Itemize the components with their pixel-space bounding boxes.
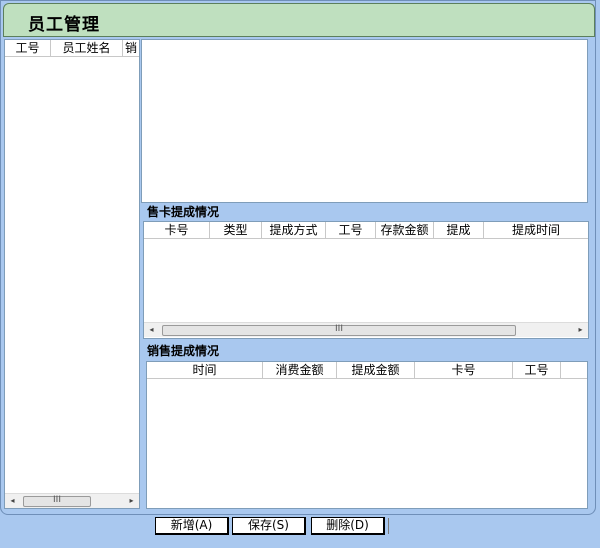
add-button[interactable]: 新增(A) <box>155 517 229 535</box>
scroll-left-arrow-icon[interactable]: ◂ <box>5 494 20 508</box>
col-header-employee-id[interactable]: 工号 <box>5 40 51 57</box>
card-commission-label: 售卡提成情况 <box>141 203 591 221</box>
scroll-thumb[interactable]: III <box>162 325 516 336</box>
col-header-employee-id[interactable]: 工号 <box>513 362 561 379</box>
scroll-left-arrow-icon[interactable]: ◂ <box>144 323 159 337</box>
col-header-commission-method[interactable]: 提成方式 <box>262 222 326 239</box>
employee-list-header: 工号 员工姓名 销 <box>5 40 139 57</box>
col-header-time[interactable]: 时间 <box>147 362 263 379</box>
employee-list-panel[interactable]: 工号 员工姓名 销 ◂ III ▸ <box>4 39 140 509</box>
col-header-employee-id[interactable]: 工号 <box>326 222 376 239</box>
col-header-employee-name[interactable]: 员工姓名 <box>51 40 123 57</box>
save-button[interactable]: 保存(S) <box>232 517 306 535</box>
delete-button[interactable]: 删除(D) <box>311 517 385 535</box>
col-header-spend-amount[interactable]: 消费金额 <box>263 362 337 379</box>
col-header-card-no[interactable]: 卡号 <box>415 362 513 379</box>
card-commission-grid[interactable]: 卡号 类型 提成方式 工号 存款金额 提成 提成时间 ◂ III ▸ <box>143 221 589 339</box>
detail-panel[interactable] <box>141 39 588 203</box>
col-header-commission-time[interactable]: 提成时间 <box>484 222 588 239</box>
col-header-card-no[interactable]: 卡号 <box>144 222 210 239</box>
card-commission-header: 卡号 类型 提成方式 工号 存款金额 提成 提成时间 <box>144 222 588 239</box>
sales-commission-header: 时间 消费金额 提成金额 卡号 工号 <box>147 362 587 379</box>
col-header-type[interactable]: 类型 <box>210 222 262 239</box>
col-header-deposit-amount[interactable]: 存款金额 <box>376 222 434 239</box>
window-title: 员工管理 <box>28 15 100 35</box>
sales-commission-grid[interactable]: 时间 消费金额 提成金额 卡号 工号 <box>146 361 588 509</box>
col-header-commission-amount[interactable]: 提成金额 <box>337 362 415 379</box>
employee-list-hscrollbar[interactable]: ◂ III ▸ <box>5 493 139 508</box>
sales-commission-label: 销售提成情况 <box>141 342 591 360</box>
employee-management-window: 员工管理 工号 员工姓名 销 ◂ III ▸ 售卡提成情况 卡号 类型 提成方式… <box>0 0 596 515</box>
button-divider <box>388 518 389 534</box>
title-bar: 员工管理 <box>3 3 595 37</box>
scroll-right-arrow-icon[interactable]: ▸ <box>573 323 588 337</box>
col-header-commission[interactable]: 提成 <box>434 222 484 239</box>
col-header-sales[interactable]: 销 <box>123 40 139 57</box>
scroll-thumb[interactable]: III <box>23 496 91 507</box>
scroll-right-arrow-icon[interactable]: ▸ <box>124 494 139 508</box>
card-commission-hscrollbar[interactable]: ◂ III ▸ <box>144 322 588 337</box>
